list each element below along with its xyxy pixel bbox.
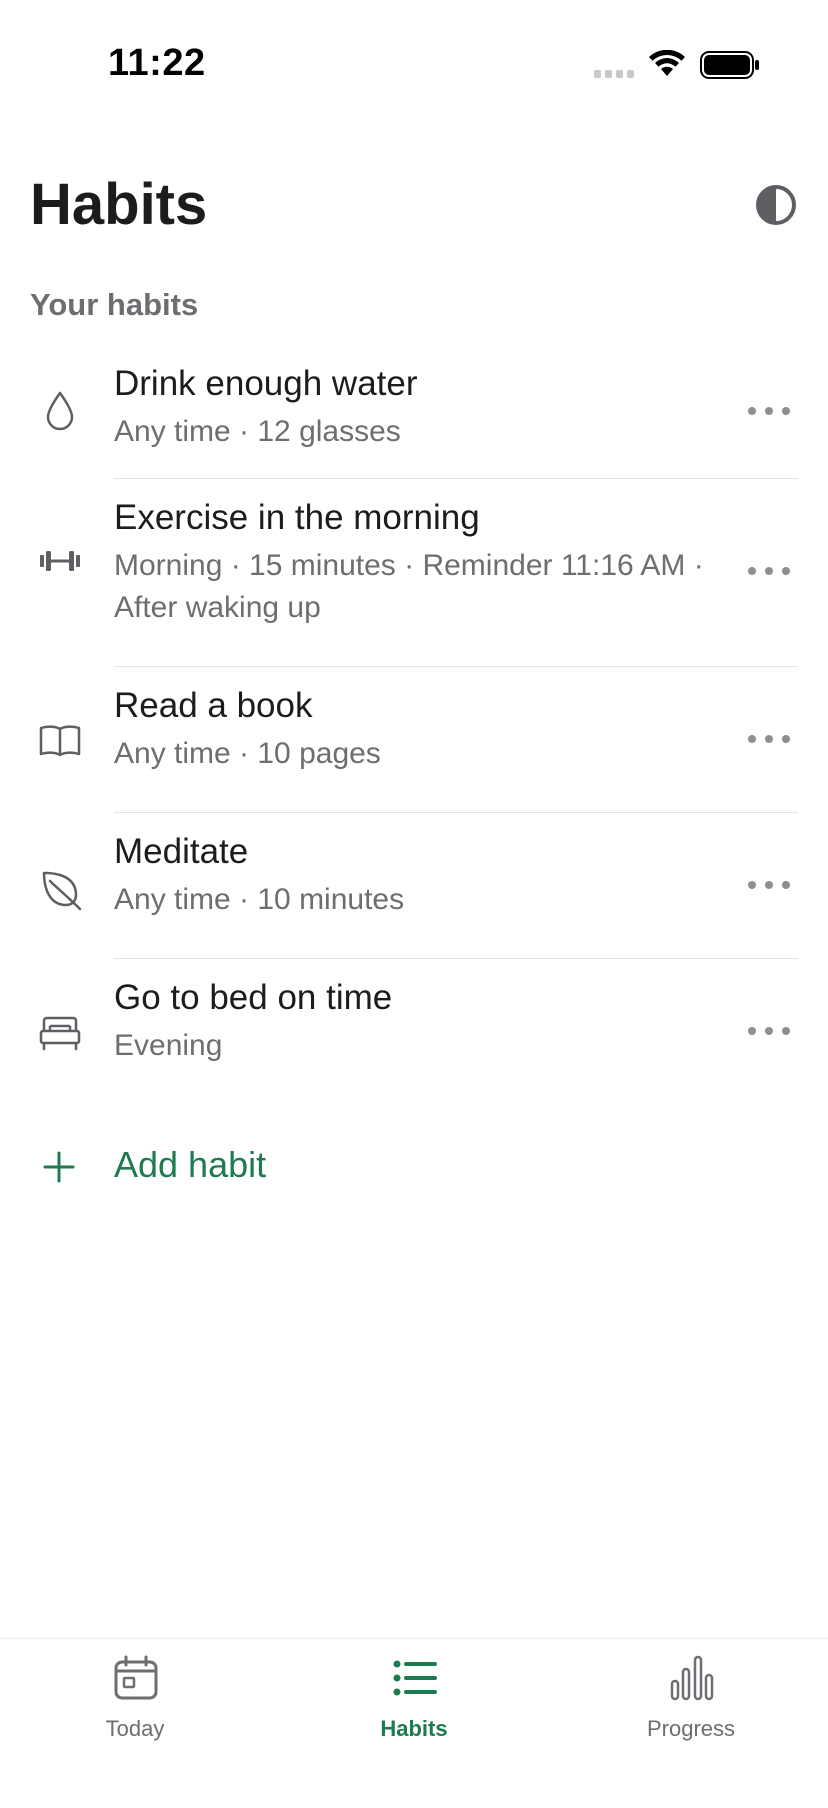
status-bar: 11:22 bbox=[0, 0, 828, 130]
habit-title: Drink enough water bbox=[114, 364, 418, 403]
bar-chart-icon bbox=[670, 1655, 714, 1701]
water-drop-icon bbox=[46, 391, 74, 431]
habit-title: Exercise in the morning bbox=[114, 498, 480, 537]
tab-progress[interactable]: Progress bbox=[601, 1655, 781, 1755]
habit-title: Go to bed on time bbox=[114, 978, 393, 1017]
more-options-icon[interactable] bbox=[742, 875, 796, 895]
habit-title: Read a book bbox=[114, 686, 313, 725]
section-header: Your habits bbox=[30, 287, 199, 322]
wifi-icon bbox=[649, 50, 685, 76]
dumbbell-icon bbox=[40, 551, 80, 571]
habit-subtitle: Any time · 12 glasses bbox=[114, 415, 401, 448]
more-options-icon[interactable] bbox=[742, 561, 796, 581]
tab-today[interactable]: Today bbox=[45, 1655, 225, 1755]
habit-subtitle: Evening bbox=[114, 1029, 223, 1062]
more-options-icon[interactable] bbox=[742, 1021, 796, 1041]
habit-row-meditate[interactable]: Meditate Any time · 10 minutes bbox=[0, 813, 828, 959]
theme-toggle-icon[interactable] bbox=[755, 184, 797, 226]
habit-row-go-to-bed[interactable]: Go to bed on time Evening bbox=[0, 959, 828, 1099]
habit-subtitle: Any time · 10 pages bbox=[114, 737, 381, 770]
tab-label: Progress bbox=[646, 1716, 736, 1741]
status-time: 11:22 bbox=[108, 42, 206, 84]
habit-subtitle: Morning · 15 minutes · Reminder 11:16 AM… bbox=[114, 549, 704, 624]
list-icon bbox=[393, 1660, 437, 1696]
plus-icon bbox=[43, 1151, 75, 1183]
bed-icon bbox=[39, 1016, 81, 1051]
cellular-signal-icon bbox=[594, 70, 634, 78]
leaf-icon bbox=[42, 871, 82, 911]
page-title: Habits bbox=[30, 172, 208, 237]
add-habit-button[interactable]: Add habit bbox=[0, 1130, 420, 1200]
tab-bar: Today Habits Progress bbox=[0, 1638, 828, 1808]
habit-list: Drink enough water Any time · 12 glasses… bbox=[0, 345, 828, 1099]
tab-label: Today bbox=[105, 1716, 165, 1741]
habit-row-drink-water[interactable]: Drink enough water Any time · 12 glasses bbox=[0, 345, 828, 479]
habit-subtitle: Any time · 10 minutes bbox=[114, 883, 405, 916]
add-habit-label: Add habit bbox=[114, 1144, 267, 1185]
tab-habits[interactable]: Habits bbox=[324, 1655, 504, 1755]
habit-row-read-book[interactable]: Read a book Any time · 10 pages bbox=[0, 667, 828, 813]
tab-label: Habits bbox=[380, 1716, 448, 1741]
habit-row-exercise[interactable]: Exercise in the morning Morning · 15 min… bbox=[0, 479, 828, 667]
open-book-icon bbox=[39, 725, 81, 757]
habit-title: Meditate bbox=[114, 832, 249, 871]
more-options-icon[interactable] bbox=[742, 729, 796, 749]
calendar-icon bbox=[114, 1655, 158, 1700]
more-options-icon[interactable] bbox=[742, 401, 796, 421]
battery-icon bbox=[700, 51, 759, 79]
